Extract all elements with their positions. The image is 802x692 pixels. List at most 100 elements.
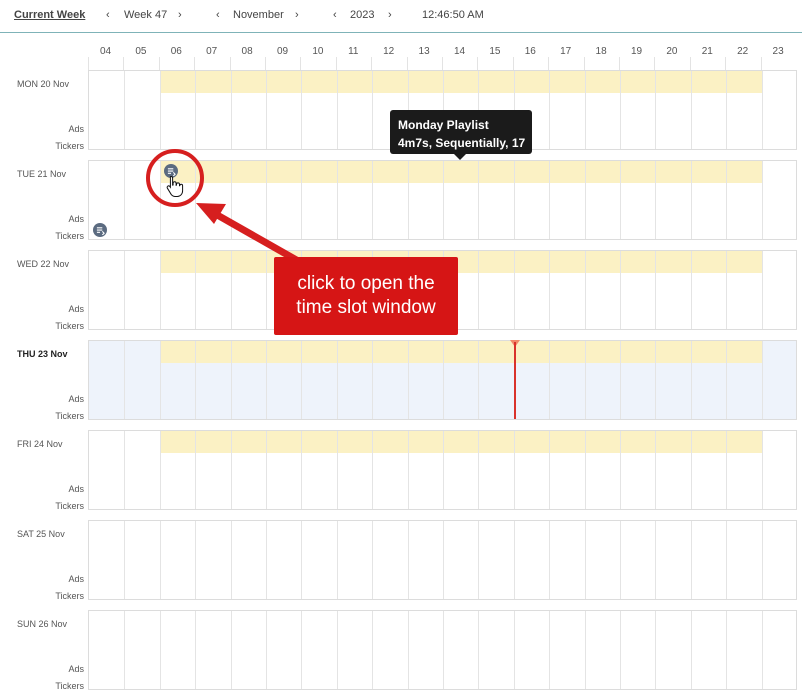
hour-label: 08 [241, 46, 253, 57]
hour-gridline [620, 251, 621, 329]
hour-gridline [230, 521, 232, 599]
hour-tick [406, 57, 408, 70]
scheduled-slot[interactable] [160, 251, 762, 273]
hour-gridline [726, 611, 728, 689]
hour-tick [300, 57, 302, 70]
hour-gridline [230, 251, 232, 329]
hour-tick [442, 57, 443, 70]
hour-tick [194, 57, 196, 70]
hour-tick [158, 57, 160, 70]
scheduled-slot[interactable] [160, 161, 762, 183]
current-week-link[interactable]: Current Week [14, 9, 85, 21]
hour-gridline [584, 521, 586, 599]
tickers-lane-label: Tickers [55, 321, 84, 331]
prev-week-chevron-icon[interactable]: ‹ [106, 9, 110, 21]
hour-label: 05 [135, 46, 147, 57]
hour-tick [229, 57, 231, 70]
day-timeline[interactable] [88, 430, 797, 510]
hour-gridline [336, 341, 338, 419]
hour-tick [689, 57, 691, 70]
tickers-lane-label: Tickers [55, 681, 84, 691]
hour-gridline [726, 161, 728, 239]
hour-gridline [478, 431, 480, 509]
prev-year-chevron-icon[interactable]: ‹ [333, 9, 337, 21]
day-label: FRI 24 Nov [17, 439, 63, 449]
scheduled-slot[interactable] [160, 341, 762, 363]
day-label: SAT 25 Nov [17, 529, 65, 539]
hour-gridline [159, 71, 161, 149]
hour-gridline [549, 341, 551, 419]
hour-gridline [584, 341, 586, 419]
hour-gridline [124, 431, 126, 509]
hour-label: 20 [666, 46, 678, 57]
hour-gridline [549, 161, 551, 239]
hour-gridline [690, 161, 692, 239]
hour-label: 19 [630, 46, 643, 57]
hour-gridline [195, 611, 197, 689]
day-row: SUN 26 Nov Ads Tickers [0, 610, 802, 691]
hour-gridline [336, 161, 338, 239]
hour-gridline [761, 71, 763, 149]
hour-gridline [584, 611, 586, 689]
hour-gridline [407, 161, 409, 239]
hour-tick [123, 57, 125, 70]
hour-gridline [549, 431, 551, 509]
next-week-chevron-icon[interactable]: › [178, 9, 182, 21]
hour-gridline [690, 341, 692, 419]
day-timeline[interactable] [88, 340, 797, 420]
hour-gridline [266, 251, 267, 329]
hour-label: 17 [560, 46, 572, 57]
hour-gridline [513, 161, 515, 239]
tickers-lane-label: Tickers [55, 411, 84, 421]
calendar-toolbar: Current Week ‹ Week 47 › ‹ November › ‹ … [0, 0, 802, 33]
hour-gridline [478, 521, 480, 599]
hour-gridline [266, 341, 267, 419]
hour-gridline [372, 161, 374, 239]
hour-gridline [124, 521, 126, 599]
hour-label: 12 [383, 46, 395, 57]
day-label: WED 22 Nov [17, 259, 70, 269]
ticker-playlist-icon[interactable] [93, 223, 107, 237]
hour-gridline [690, 521, 692, 599]
hour-label: 23 [772, 46, 784, 57]
hour-gridline [230, 431, 232, 509]
now-marker-line [514, 342, 516, 419]
ads-lane-label: Ads [68, 484, 84, 494]
month-label: November [233, 9, 284, 21]
day-row: FRI 24 Nov Ads Tickers [0, 430, 802, 511]
hour-gridline [620, 341, 621, 419]
hour-gridline [443, 161, 444, 239]
hour-gridline [124, 341, 126, 419]
hour-header: 04 05 06 07 08 09 10 11 12 13 14 15 16 17 18 19 20 21 22 23 [0, 33, 802, 70]
day-label: THU 23 Nov [17, 349, 68, 359]
scheduled-slot[interactable] [160, 71, 762, 93]
hour-gridline [124, 161, 126, 239]
day-timeline[interactable] [88, 520, 797, 600]
hour-gridline [372, 431, 374, 509]
prev-month-chevron-icon[interactable]: ‹ [216, 9, 220, 21]
hour-gridline [372, 71, 374, 149]
hour-gridline [301, 611, 303, 689]
hour-label: 21 [701, 46, 713, 57]
hour-gridline [230, 611, 232, 689]
hour-gridline [620, 611, 621, 689]
hour-gridline [266, 611, 267, 689]
next-month-chevron-icon[interactable]: › [295, 9, 299, 21]
hour-gridline [655, 161, 657, 239]
hour-gridline [513, 521, 515, 599]
next-year-chevron-icon[interactable]: › [388, 9, 392, 21]
hour-gridline [584, 161, 586, 239]
hour-gridline [726, 431, 728, 509]
hour-gridline [195, 521, 197, 599]
hour-gridline [407, 521, 409, 599]
day-timeline[interactable] [88, 610, 797, 690]
hour-gridline [761, 161, 763, 239]
scheduled-slot[interactable] [160, 431, 762, 453]
hour-gridline [195, 251, 197, 329]
hour-gridline [443, 611, 444, 689]
hour-label: 14 [453, 46, 466, 57]
hour-gridline [301, 161, 303, 239]
hour-gridline [124, 251, 126, 329]
tickers-lane-label: Tickers [55, 141, 84, 151]
hour-tick [619, 57, 620, 70]
